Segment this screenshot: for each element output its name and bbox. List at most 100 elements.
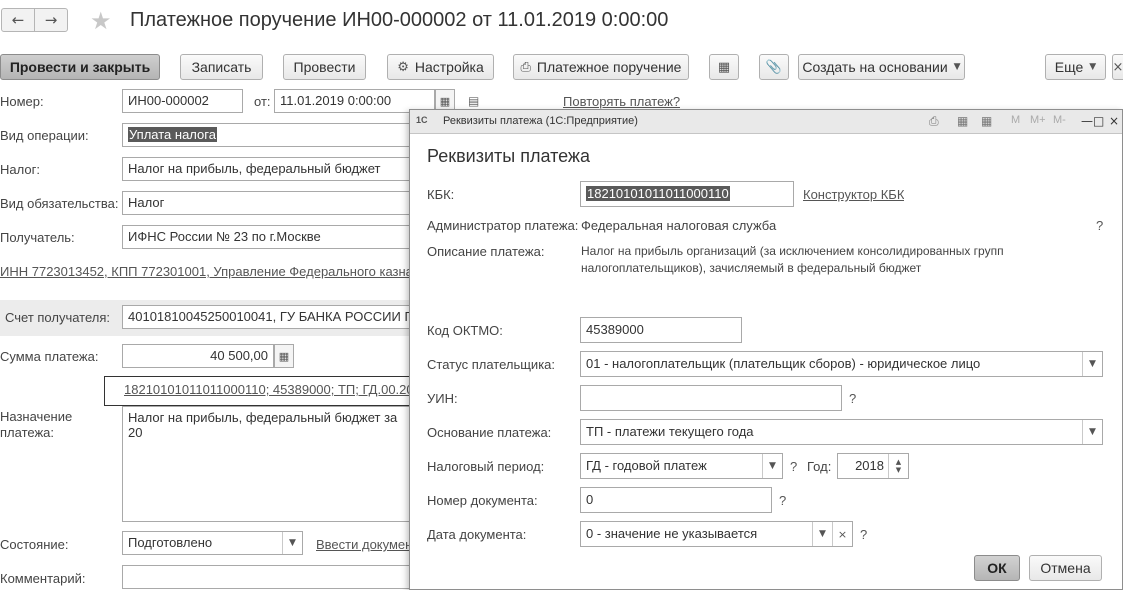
repeat-payment-link[interactable]: Повторять платеж? [563,94,680,109]
period-help[interactable]: ? [790,459,797,474]
post-and-close-button[interactable]: Провести и закрыть [0,54,160,80]
payment-details-link[interactable]: 18210101011011000110; 45389000; ТП; ГД.0… [124,382,409,397]
paperclip-icon: 📎 [765,59,783,75]
memory-plus-button[interactable]: M+ [1030,114,1046,126]
state-value: Подготовлено [128,535,213,550]
chevron-down-icon[interactable]: ▼ [282,532,302,554]
account-field[interactable]: 40101810045250010041, ГУ БАНКА РОССИИ П [122,305,410,329]
arrow-left-icon: ← [11,11,25,29]
page-title: Платежное поручение ИН00-000002 от 11.01… [130,9,669,31]
basis-value: ТП - платежи текущего года [586,424,754,439]
obligation-label: Вид обязательства: [0,196,119,211]
admin-help[interactable]: ? [1096,218,1103,233]
uin-help[interactable]: ? [849,391,856,406]
kbk-field[interactable]: 18210101011011000110 [580,181,794,207]
attach-button[interactable]: 📎 [759,54,789,80]
tax-field[interactable]: Налог на прибыль, федеральный бюджет [122,157,410,181]
docnum-help[interactable]: ? [779,493,786,508]
date-label: от: [254,94,271,109]
ok-button[interactable]: ОК [974,555,1020,581]
more-button[interactable]: Еще ▼ [1045,54,1106,80]
memory-minus-button[interactable]: M- [1053,114,1066,126]
kbk-constructor-link[interactable]: Конструктор КБК [803,187,904,202]
state-label: Состояние: [0,537,69,552]
operation-field[interactable]: Уплата налога [122,123,410,147]
docnum-field[interactable]: 0 [580,487,772,513]
kbk-label: КБК: [427,187,455,202]
oktmo-label: Код ОКТМО: [427,323,503,338]
basis-select[interactable]: ТП - платежи текущего года ▼ [580,419,1103,445]
forward-button[interactable]: → [34,8,68,32]
structure-button[interactable]: ▦ [709,54,739,80]
chevron-down-icon: ▼ [953,62,961,72]
uin-field[interactable] [580,385,842,411]
number-field[interactable]: ИН00-000002 [122,89,243,113]
cancel-button[interactable]: Отмена [1029,555,1102,581]
calculator-icon: ▦ [278,349,290,363]
post-button[interactable]: Провести [283,54,366,80]
amount-field[interactable]: 40 500,00 [122,344,274,368]
settings-label: Настройка [414,59,484,75]
year-spinner[interactable]: ▲ ▼ [888,454,908,478]
arrow-right-icon: → [44,11,58,29]
close-icon[interactable]: × [1109,114,1119,128]
spin-down-icon[interactable]: ▼ [896,466,901,474]
memory-m-button[interactable]: M [1011,114,1020,126]
docdate-value: 0 - значение не указывается [586,526,758,541]
chevron-down-icon[interactable]: ▼ [1082,352,1102,376]
basis-label: Основание платежа: [427,425,552,440]
operation-label: Вид операции: [0,128,89,143]
recipient-label: Получатель: [0,230,75,245]
chevron-down-icon: ▼ [1089,62,1097,72]
settings-button[interactable]: ⚙ Настройка [387,54,494,80]
state-select[interactable]: Подготовлено ▼ [122,531,303,555]
more-label: Еще [1054,59,1084,75]
comment-label: Комментарий: [0,571,86,586]
period-value: ГД - годовой платеж [586,458,707,473]
obligation-field[interactable]: Налог [122,191,410,215]
save-button[interactable]: Записать [180,54,263,80]
dialog-heading: Реквизиты платежа [427,146,590,166]
purpose-textarea[interactable]: Налог на прибыль, федеральный бюджет за … [122,406,410,522]
enter-document-link[interactable]: Ввести докумен [316,537,409,552]
purpose-label: Назначение [0,409,73,424]
payer-status-select[interactable]: 01 - налогоплательщик (плательщик сборов… [580,351,1103,377]
calendar-icon[interactable]: ▦ [981,114,992,128]
comment-icon[interactable]: ▤ [468,94,479,108]
recipient-details-link[interactable]: ИНН 7723013452, КПП 772301001, Управлени… [0,264,409,279]
period-select[interactable]: ГД - годовой платеж ▼ [580,453,783,479]
chevron-down-icon[interactable]: ▼ [812,522,832,546]
comment-field[interactable] [122,565,410,589]
docdate-select[interactable]: 0 - значение не указывается ▼ × [580,521,853,547]
clear-icon[interactable]: × [832,522,852,546]
print-button[interactable]: ⎙ Платежное поручение [513,54,689,80]
recipient-field[interactable]: ИФНС России № 23 по г.Москве [122,225,410,249]
amount-label: Сумма платежа: [0,349,99,364]
calculator-button[interactable]: ▦ [274,344,294,368]
close-form-button[interactable]: × [1112,54,1123,80]
print-label: Платежное поручение [536,59,682,75]
create-based-button[interactable]: Создать на основании ▼ [798,54,965,80]
chevron-down-icon[interactable]: ▼ [1082,420,1102,444]
spin-up-icon[interactable]: ▲ [896,458,901,466]
back-button[interactable]: ← [1,8,35,32]
docdate-help[interactable]: ? [860,527,867,542]
minimize-icon[interactable]: — [1081,114,1093,128]
maximize-icon[interactable]: □ [1093,114,1104,128]
desc-line-1: Налог на прибыль организаций (за исключе… [581,244,1004,258]
docnum-label: Номер документа: [427,493,538,508]
year-field[interactable]: 2018 ▲ ▼ [837,453,909,479]
printer-icon[interactable]: ⎙ [929,114,939,129]
calendar-icon: ▦ [439,94,451,108]
desc-line-2: налогоплательщиков), зачисляемый в федер… [581,261,922,275]
1c-logo-icon: 1С [416,115,428,125]
structure-icon: ▦ [717,59,731,75]
star-icon[interactable]: ★ [90,7,112,35]
oktmo-field[interactable]: 45389000 [580,317,742,343]
close-icon: × [1112,59,1123,75]
chevron-down-icon[interactable]: ▼ [762,454,782,478]
year-label: Год: [807,459,832,474]
calculator-icon[interactable]: ▦ [957,114,968,128]
payer-status-label: Статус плательщика: [427,357,556,372]
admin-label: Администратор платежа: [427,218,579,233]
